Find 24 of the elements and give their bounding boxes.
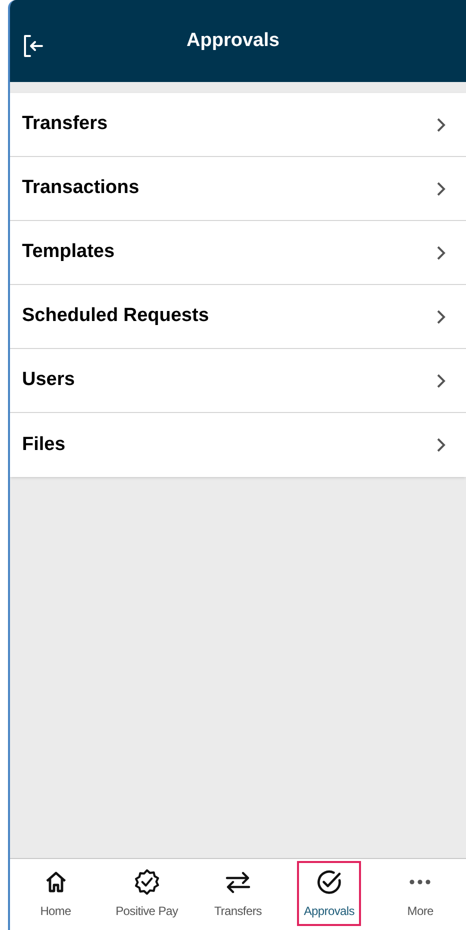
menu-item[interactable]: Templates	[10, 221, 466, 285]
nav-tab[interactable]: More	[388, 861, 452, 926]
chevron-right-icon	[436, 372, 446, 388]
check-circle-icon	[315, 868, 344, 896]
home-icon	[44, 870, 68, 894]
menu-item[interactable]: Transfers	[10, 93, 466, 157]
nav-tab[interactable]: Home	[24, 861, 88, 926]
nav-tab[interactable]: Transfers	[206, 861, 270, 926]
more-icon	[409, 878, 432, 884]
chevron-right-icon	[436, 244, 446, 260]
transfer-arrows-icon	[224, 870, 251, 894]
menu-item[interactable]: Users	[10, 349, 466, 413]
menu-item[interactable]: Transactions	[10, 157, 466, 221]
verified-badge-icon	[132, 868, 161, 896]
chevron-right-icon	[436, 437, 446, 453]
nav-tab[interactable]: Approvals	[297, 861, 362, 926]
menu-item[interactable]: Scheduled Requests	[10, 285, 466, 349]
logout-icon	[21, 34, 45, 58]
chevron-right-icon	[436, 116, 446, 132]
chevron-right-icon	[436, 180, 446, 196]
nav-tab[interactable]: Positive Pay	[114, 861, 179, 926]
page-title: Approvals	[186, 28, 280, 53]
menu-item[interactable]: Files	[10, 413, 466, 477]
chevron-right-icon	[436, 308, 446, 324]
